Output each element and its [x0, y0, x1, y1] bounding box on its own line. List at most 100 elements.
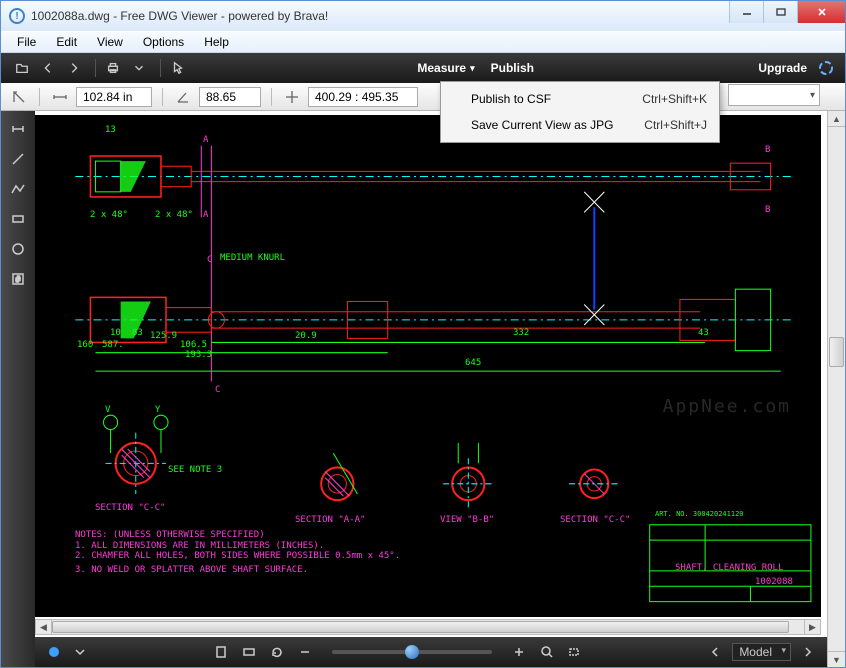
pointer-icon[interactable]	[167, 57, 189, 79]
nav-back-icon[interactable]	[37, 57, 59, 79]
window-title: 1002088a.dwg - Free DWG Viewer - powered…	[31, 9, 729, 23]
fit-width-icon[interactable]	[240, 643, 258, 661]
nav-fwd-icon[interactable]	[63, 57, 85, 79]
marker-a-top: A	[203, 135, 208, 145]
titlebar: ! 1002088a.dwg - Free DWG Viewer - power…	[1, 1, 845, 31]
watermark: AppNee.com	[663, 396, 791, 417]
measure-label: Measure	[417, 61, 466, 75]
page-prev-icon[interactable]	[706, 643, 724, 661]
main-toolbar: Measure▾ Publish Upgrade	[1, 53, 845, 83]
title-block-name: SHAFT, CLEANING ROLL	[675, 563, 783, 573]
publish-csf-label: Publish to CSF	[471, 92, 642, 106]
caliper-icon[interactable]	[9, 87, 29, 107]
view-bb: VIEW "B-B"	[440, 515, 494, 525]
hscroll-left-icon[interactable]: ◀	[36, 620, 52, 634]
art-no: ART. NO. 300420241120	[655, 510, 744, 518]
drawing-canvas[interactable]: A A B B C C V Y 13 2 x 48° 2 x 48° MEDIU…	[35, 115, 821, 617]
dim-160: 160	[77, 340, 93, 350]
zoom-region-icon[interactable]	[566, 643, 584, 661]
menu-help[interactable]: Help	[194, 33, 239, 51]
app-icon: !	[9, 8, 25, 24]
magnify-icon[interactable]	[538, 643, 556, 661]
line-tool-icon[interactable]	[6, 147, 30, 171]
layer-combo[interactable]	[728, 84, 820, 106]
save-jpg-item[interactable]: Save Current View as JPG Ctrl+Shift+J	[443, 112, 717, 138]
chevron-down-icon[interactable]	[71, 643, 89, 661]
marker-c-bot: C	[215, 385, 220, 395]
menu-file[interactable]: File	[7, 33, 46, 51]
fit-page-icon[interactable]	[212, 643, 230, 661]
close-button[interactable]	[797, 1, 845, 23]
dim-1065: 106.5	[180, 340, 207, 350]
horizontal-scrollbar[interactable]: ◀ ▶	[35, 619, 821, 635]
section-cc-1: SECTION "C-C"	[95, 503, 165, 513]
menu-view[interactable]: View	[87, 33, 133, 51]
notes-header: NOTES: (UNLESS OTHERWISE SPECIFIED)	[75, 530, 265, 540]
menu-edit[interactable]: Edit	[46, 33, 87, 51]
note2: 2. CHAMFER ALL HOLES, BOTH SIDES WHERE P…	[75, 551, 400, 561]
circle-tool-icon[interactable]	[6, 237, 30, 261]
section-cc-2: SECTION "C-C"	[560, 515, 630, 525]
left-toolbar: #	[1, 111, 35, 667]
vscroll-up-icon[interactable]: ▲	[828, 111, 845, 127]
circle-nav-icon[interactable]	[45, 643, 63, 661]
marker-b-top: B	[765, 145, 770, 155]
crosshair-icon	[282, 87, 302, 107]
zoom-slider[interactable]	[332, 650, 492, 654]
layout-select[interactable]: Model	[732, 643, 791, 661]
length-input[interactable]	[76, 87, 152, 107]
dim-209: 20.9	[295, 331, 317, 341]
save-jpg-label: Save Current View as JPG	[471, 118, 644, 132]
menu-options[interactable]: Options	[133, 33, 194, 51]
medium-knurl: MEDIUM KNURL	[220, 253, 285, 263]
vscroll-down-icon[interactable]: ▼	[828, 651, 845, 667]
section-aa: SECTION "A-A"	[295, 515, 365, 525]
publish-menu[interactable]: Publish	[491, 61, 534, 75]
rotate-icon[interactable]	[268, 643, 286, 661]
menubar: File Edit View Options Help	[1, 31, 845, 53]
dim-83: 83	[132, 328, 143, 338]
dim-10: 10	[110, 328, 121, 338]
polyline-tool-icon[interactable]	[6, 177, 30, 201]
marker-c-top: C	[207, 255, 212, 265]
dim-332: 332	[513, 328, 529, 338]
publish-dropdown: Publish to CSF Ctrl+Shift+K Save Current…	[440, 81, 720, 143]
coords-input[interactable]	[308, 87, 418, 107]
note1: 1. ALL DIMENSIONS ARE IN MILLIMETERS (IN…	[75, 541, 324, 551]
print-icon[interactable]	[102, 57, 124, 79]
count-tool-icon[interactable]: #	[6, 267, 30, 291]
publish-csf-item[interactable]: Publish to CSF Ctrl+Shift+K	[443, 86, 717, 112]
save-jpg-shortcut: Ctrl+Shift+J	[644, 118, 707, 132]
rect-tool-icon[interactable]	[6, 207, 30, 231]
note3: 3. NO WELD OR SPLATTER ABOVE SHAFT SURFA…	[75, 565, 308, 575]
page-next-icon[interactable]	[799, 643, 817, 661]
vertical-scrollbar[interactable]: ▲ ▼	[827, 111, 845, 667]
upgrade-link[interactable]: Upgrade	[758, 61, 807, 75]
hscroll-right-icon[interactable]: ▶	[804, 620, 820, 634]
ruler-icon	[50, 87, 70, 107]
minimize-button[interactable]	[729, 1, 763, 23]
open-icon[interactable]	[11, 57, 33, 79]
dim-645: 645	[465, 358, 481, 368]
marker-y: Y	[155, 405, 160, 415]
angle-input[interactable]	[199, 87, 261, 107]
svg-text:#: #	[16, 275, 21, 284]
publish-csf-shortcut: Ctrl+Shift+K	[642, 92, 707, 106]
maximize-button[interactable]	[763, 1, 797, 23]
title-block-id: 1002088	[755, 577, 793, 587]
dimension-tool-icon[interactable]	[6, 117, 30, 141]
dim-43: 43	[698, 328, 709, 338]
zoom-in-icon[interactable]	[510, 643, 528, 661]
dim-1259: 125.9	[150, 331, 177, 341]
dim-1933: 193.3	[185, 350, 212, 360]
hscroll-thumb[interactable]	[52, 621, 789, 633]
zoom-thumb[interactable]	[405, 645, 419, 659]
chevron-down-icon[interactable]	[128, 57, 150, 79]
measure-menu[interactable]: Measure▾	[417, 61, 474, 75]
marker-a-bot: A	[203, 210, 208, 220]
vscroll-thumb[interactable]	[829, 337, 844, 367]
see-note-3: SEE NOTE 3	[168, 465, 222, 475]
zoom-out-icon[interactable]	[296, 643, 314, 661]
dim-2x48-2: 2 x 48°	[155, 210, 193, 220]
dim-13: 13	[105, 125, 116, 135]
